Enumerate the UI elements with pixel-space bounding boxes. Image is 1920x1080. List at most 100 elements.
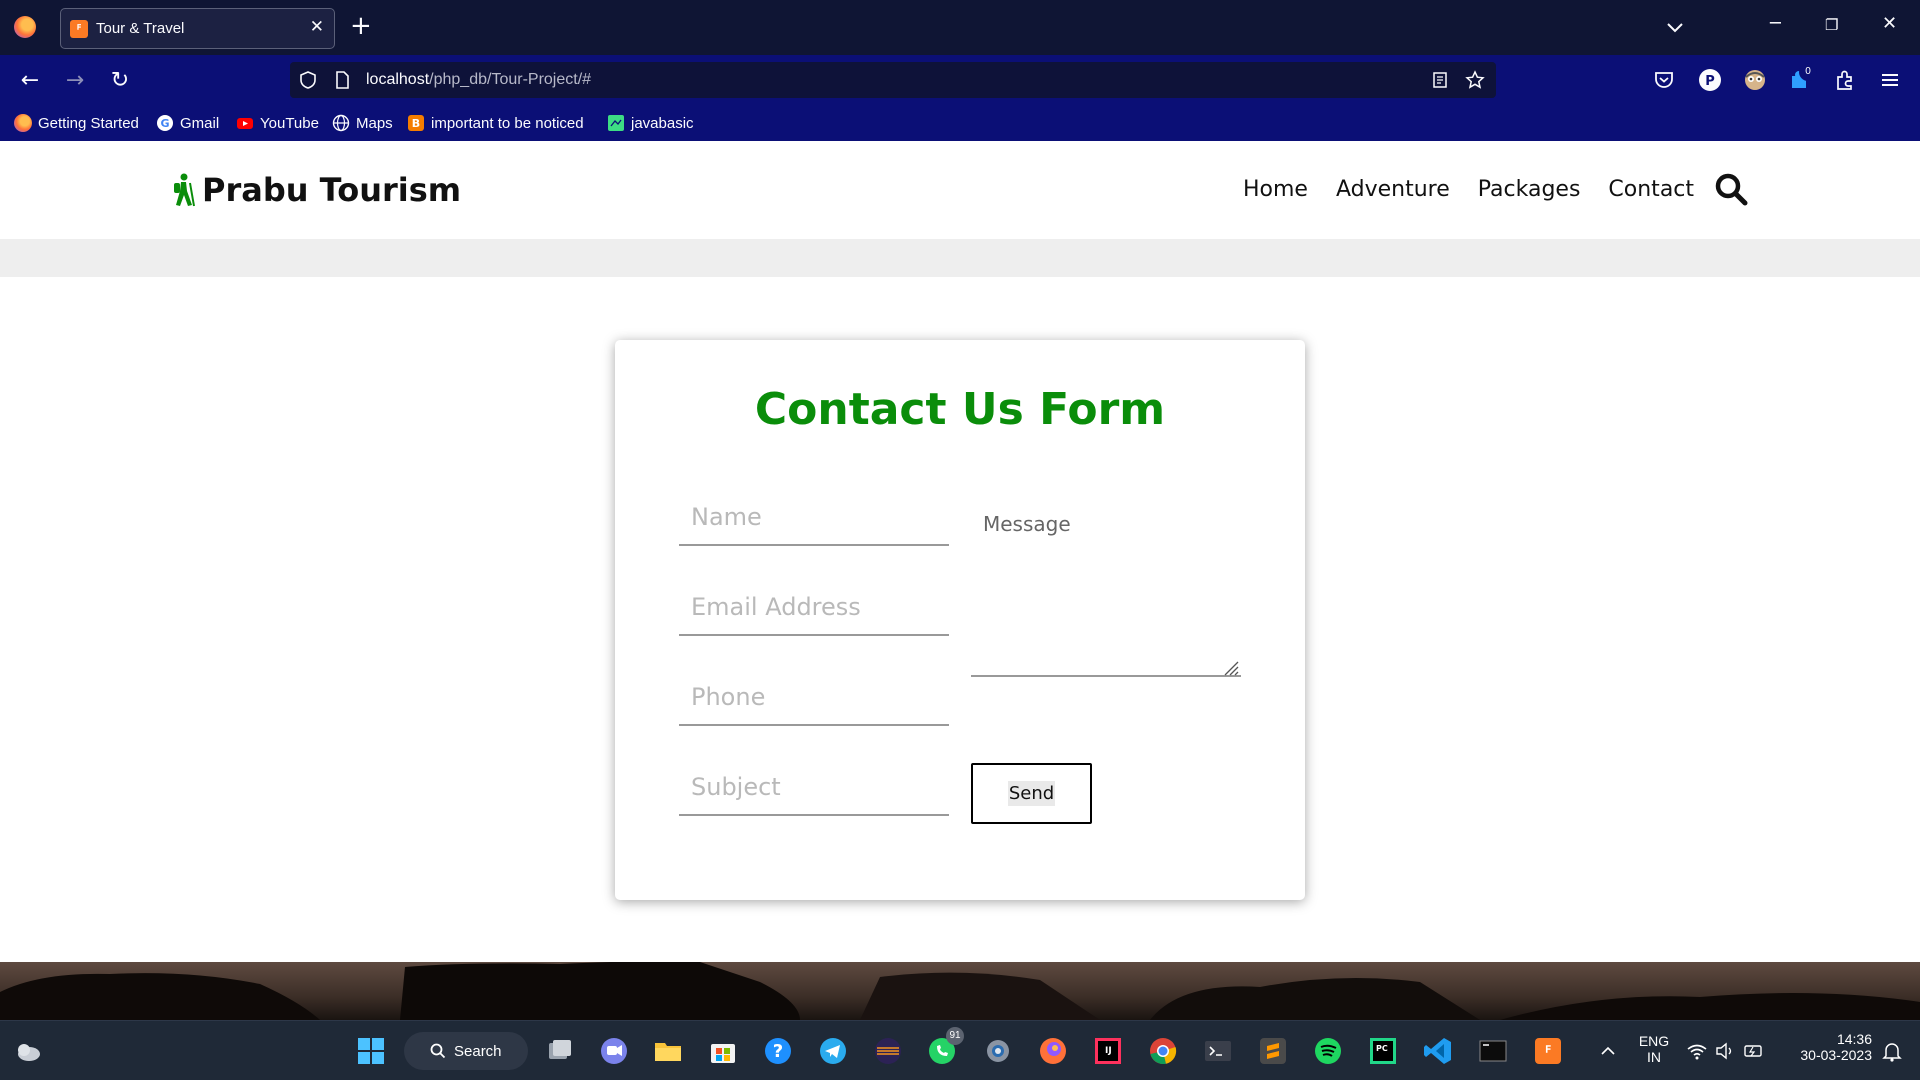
extension-count-badge: 0 [1799,63,1817,81]
bookmark-label: Getting Started [38,114,139,132]
teams-chat-icon[interactable] [598,1035,630,1067]
sublime-text-icon[interactable] [1257,1035,1289,1067]
minimize-icon[interactable]: ─ [1770,13,1781,34]
bookmark-label: Maps [356,114,393,132]
microsoft-store-icon[interactable] [707,1035,739,1067]
language-indicator[interactable]: ENG IN [1632,1033,1676,1065]
url-bar[interactable]: localhost/php_db/Tour-Project/# [290,62,1496,98]
pocket-icon[interactable] [1651,67,1677,93]
bookmark-youtube[interactable]: YouTube [236,113,319,133]
vscode-icon[interactable] [1422,1035,1454,1067]
bookmark-label: Gmail [180,114,220,132]
extension-face-icon[interactable] [1742,67,1768,93]
firefox-menu-icon[interactable] [14,16,36,38]
bookmark-javabasic[interactable]: javabasic [607,113,694,133]
google-icon: G [157,115,173,131]
lang-code: ENG [1638,1033,1670,1049]
svg-text:B: B [412,117,420,130]
back-arrow-icon[interactable]: ← [17,68,43,94]
form-title: Contact Us Form [754,384,1166,435]
url-text[interactable]: localhost/php_db/Tour-Project/# [366,71,591,89]
nav-adventure[interactable]: Adventure [1336,177,1450,202]
globe-icon [332,114,350,132]
chrome-icon[interactable] [1147,1035,1179,1067]
site-header: Prabu Tourism Home Adventure Packages Co… [0,141,1920,239]
send-button-label: Send [1007,781,1056,806]
bookmark-label: YouTube [260,114,319,132]
search-label: Search [454,1042,502,1060]
svg-text:IJ: IJ [1105,1046,1112,1056]
bookmark-label: javabasic [631,114,694,132]
weather-icon[interactable] [12,1035,44,1067]
main-menu: Home Adventure Packages Contact [1243,177,1694,202]
help-icon[interactable]: ? [762,1035,794,1067]
profile-avatar-icon[interactable]: P [1697,67,1723,93]
windows-taskbar: Search ? 91 IJ PC ꟳ ENG IN 14:36 30-03-2… [0,1020,1920,1080]
bookmark-gmail[interactable]: G Gmail [156,113,219,133]
tab-list-chevron-icon[interactable] [1664,16,1686,38]
windows-start-icon[interactable] [355,1035,387,1067]
pycharm-icon[interactable]: PC [1367,1035,1399,1067]
resize-grip-icon[interactable] [1221,658,1239,676]
new-tab-button[interactable]: + [350,11,372,41]
hiker-icon [174,173,195,207]
clock-date: 30-03-2023 [1800,1047,1872,1063]
reload-icon[interactable]: ↻ [107,68,133,94]
nav-home[interactable]: Home [1243,177,1308,202]
forward-arrow-icon[interactable]: → [62,68,88,94]
message-textarea[interactable] [971,500,1241,677]
bookmark-page-icon [608,115,624,131]
intellij-icon[interactable]: IJ [1092,1035,1124,1067]
browser-tab[interactable]: ꟳ Tour & Travel ✕ [60,8,335,49]
bookmark-maps[interactable]: Maps [332,113,393,133]
subject-input[interactable] [679,760,949,816]
svg-text:PC: PC [1376,1044,1388,1053]
bookmark-important[interactable]: B important to be noticed [407,113,584,133]
window-close-icon[interactable]: ✕ [1882,13,1897,34]
header-divider-band [0,239,1920,277]
phone-input[interactable] [679,670,949,726]
spotify-icon[interactable] [1312,1035,1344,1067]
wifi-icon[interactable] [1685,1035,1709,1067]
telegram-icon[interactable] [817,1035,849,1067]
firefox-taskbar-icon[interactable] [1037,1035,1069,1067]
eclipse-icon[interactable] [872,1035,904,1067]
name-input[interactable] [679,490,949,546]
svg-text:P: P [1705,74,1715,89]
email-input[interactable] [679,580,949,636]
cmd-icon[interactable] [1477,1035,1509,1067]
shield-icon[interactable] [298,70,318,90]
clock[interactable]: 14:36 30-03-2023 [1782,1031,1872,1063]
task-view-icon[interactable] [544,1035,576,1067]
reader-view-icon[interactable] [1430,70,1450,90]
clock-time: 14:36 [1836,1031,1872,1047]
restore-icon[interactable]: ❐ [1825,16,1838,34]
file-explorer-icon[interactable] [652,1035,684,1067]
extensions-puzzle-icon[interactable] [1832,67,1858,93]
close-tab-icon[interactable]: ✕ [310,17,324,37]
terminal-icon[interactable] [1202,1035,1234,1067]
volume-icon[interactable] [1714,1035,1736,1067]
xampp-icon[interactable]: ꟳ [1532,1035,1564,1067]
site-logo[interactable]: Prabu Tourism [170,171,461,209]
notification-bell-icon[interactable] [1880,1035,1904,1067]
bookmark-star-icon[interactable] [1465,70,1485,90]
brand-name: Prabu Tourism [202,171,462,209]
page-icon[interactable] [332,70,352,90]
whatsapp-badge: 91 [946,1027,964,1045]
battery-charging-icon[interactable] [1742,1035,1766,1067]
contact-form-card: Contact Us Form Send [615,340,1305,900]
nav-packages[interactable]: Packages [1478,177,1581,202]
magnifier-icon [430,1043,446,1059]
nav-contact[interactable]: Contact [1608,177,1694,202]
send-button[interactable]: Send [971,763,1092,824]
taskbar-search[interactable]: Search [404,1032,528,1070]
bookmark-label: important to be noticed [431,114,584,132]
youtube-icon [237,118,253,129]
search-icon[interactable] [1713,171,1749,207]
bookmark-getting-started[interactable]: Getting Started [14,113,139,133]
settings-gear-icon[interactable] [982,1035,1014,1067]
browser-tab-bar: ꟳ Tour & Travel ✕ + ─ ❐ ✕ [0,0,1920,55]
hamburger-menu-icon[interactable] [1877,67,1903,93]
tray-chevron-up-icon[interactable] [1598,1035,1618,1067]
